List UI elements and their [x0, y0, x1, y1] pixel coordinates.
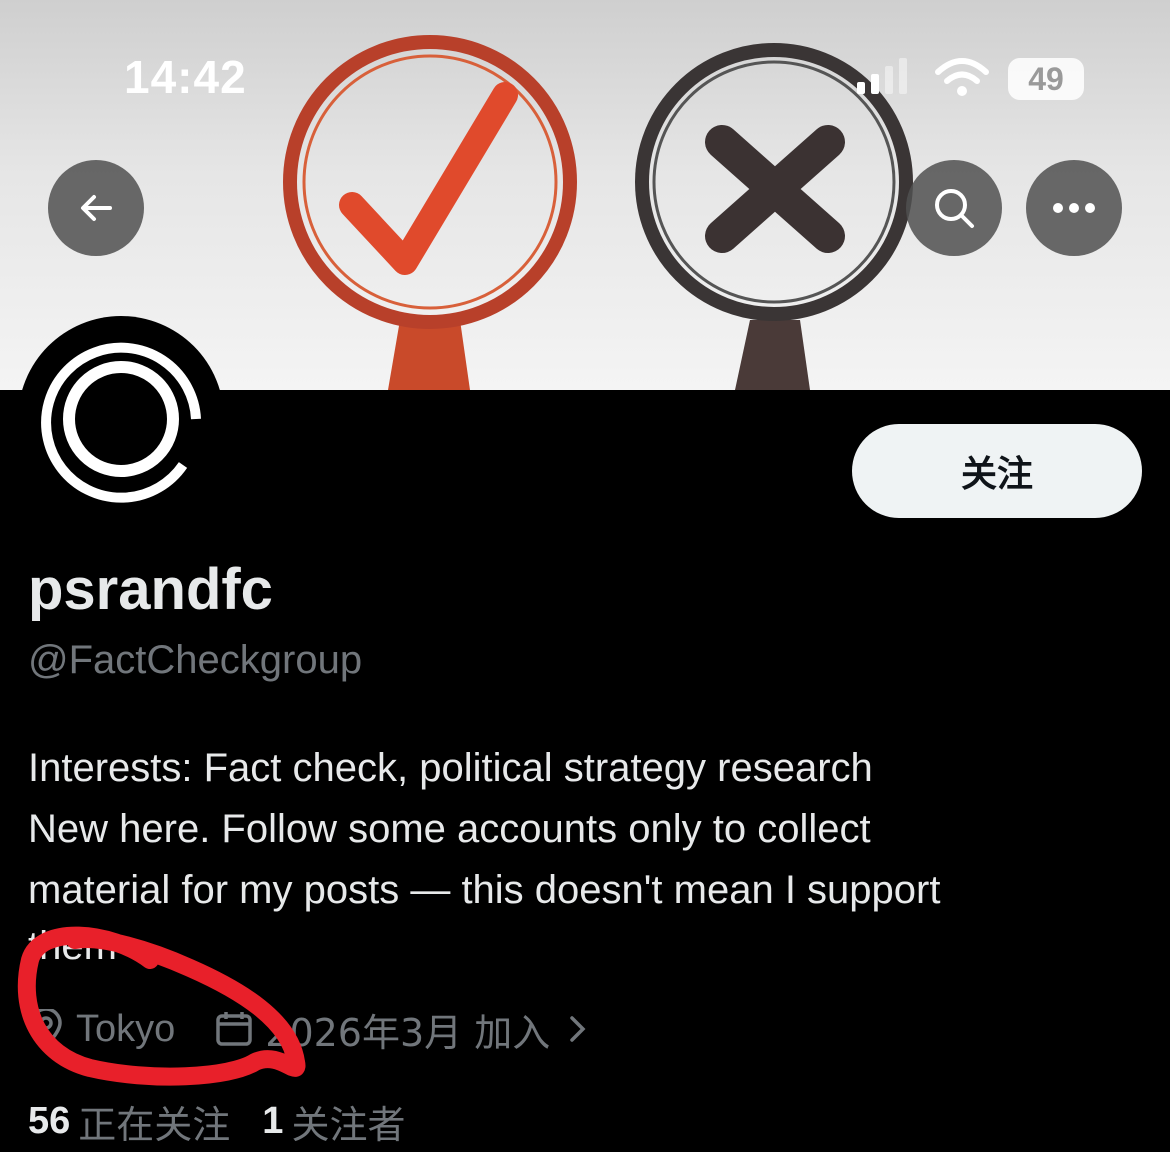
profile-bio: Interests: Fact check, political strateg… — [28, 746, 941, 912]
location-pin-icon — [30, 1009, 62, 1049]
wifi-icon — [935, 58, 989, 96]
battery-indicator: 49 — [1008, 58, 1084, 100]
search-button[interactable] — [906, 160, 1002, 256]
back-button[interactable] — [48, 160, 144, 256]
joined-text: 2026年3月 加入 — [265, 1010, 551, 1055]
profile-bio-tail: them — [28, 924, 117, 968]
follow-button[interactable]: 关注 — [852, 424, 1142, 518]
avatar[interactable] — [18, 316, 224, 522]
location-item: Tokyo — [28, 1008, 175, 1051]
status-time: 14:42 — [124, 51, 247, 103]
following-link[interactable]: 56 正在关注 — [28, 1094, 230, 1149]
joined-item[interactable]: 2026年3月 加入 — [215, 1002, 602, 1057]
follow-stats: 56 正在关注 1 关注者 — [28, 1094, 437, 1149]
user-handle: @FactCheckgroup — [28, 638, 363, 682]
more-icon — [1053, 203, 1095, 213]
calendar-icon — [216, 1012, 253, 1046]
following-label: 正在关注 — [78, 1103, 231, 1147]
back-arrow-icon — [81, 195, 112, 221]
avatar-logo — [33, 331, 209, 507]
followers-label: 关注者 — [291, 1103, 406, 1147]
location-text: Tokyo — [76, 1007, 176, 1050]
display-name: psrandfc — [28, 557, 273, 622]
chevron-right-icon — [570, 1016, 586, 1042]
following-count: 56 — [28, 1100, 71, 1142]
more-options-button[interactable] — [1026, 160, 1122, 256]
search-icon — [935, 189, 974, 228]
profile-meta: Tokyo 2026年3月 加入 — [28, 1002, 642, 1057]
followers-link[interactable]: 1 关注者 — [262, 1094, 405, 1149]
followers-count: 1 — [262, 1100, 284, 1142]
